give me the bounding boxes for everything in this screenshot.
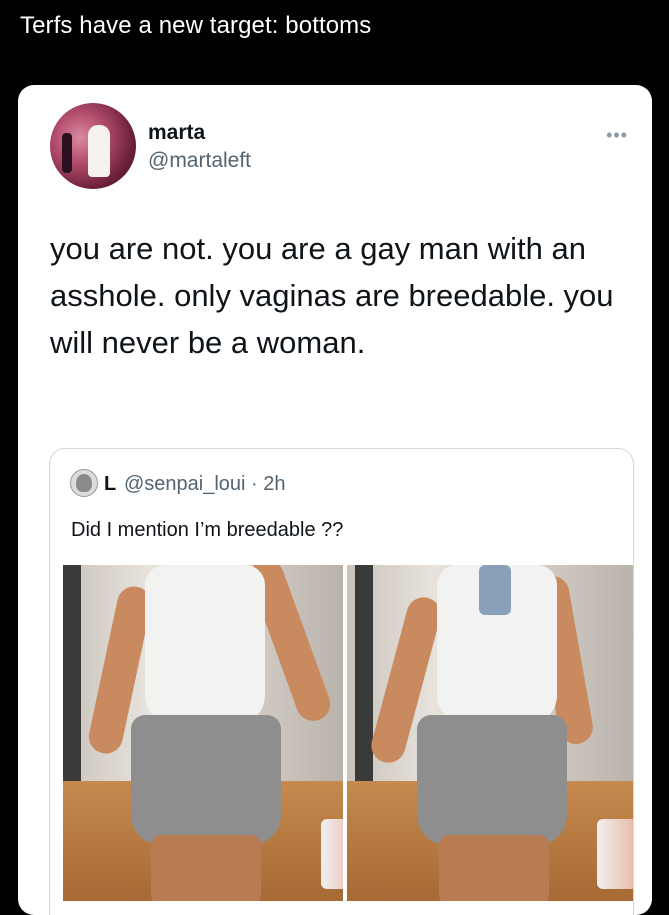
quoted-display-name[interactable]: L bbox=[104, 473, 116, 496]
avatar[interactable] bbox=[50, 103, 136, 189]
author-display-name[interactable]: marta bbox=[148, 121, 205, 145]
post-caption: Terfs have a new target: bottoms bbox=[20, 12, 372, 39]
quoted-avatar[interactable] bbox=[70, 469, 98, 497]
tweet-text: you are not. you are a gay man with an a… bbox=[50, 231, 614, 360]
quoted-photo-right[interactable] bbox=[347, 565, 633, 901]
quoted-tweet-text: Did I mention I’m breedable ?? bbox=[71, 519, 344, 541]
quoted-handle-time[interactable]: @senpai_loui · 2h bbox=[124, 473, 286, 496]
quoted-tweet[interactable]: L @senpai_loui · 2h Did I mention I’m br… bbox=[49, 448, 634, 915]
author-handle[interactable]: @martaleft bbox=[148, 149, 251, 173]
tweet-card[interactable]: marta @martaleft ••• you are not. you ar… bbox=[18, 85, 652, 915]
more-dots-icon[interactable]: ••• bbox=[606, 125, 628, 146]
quoted-photo-left[interactable] bbox=[63, 565, 343, 901]
